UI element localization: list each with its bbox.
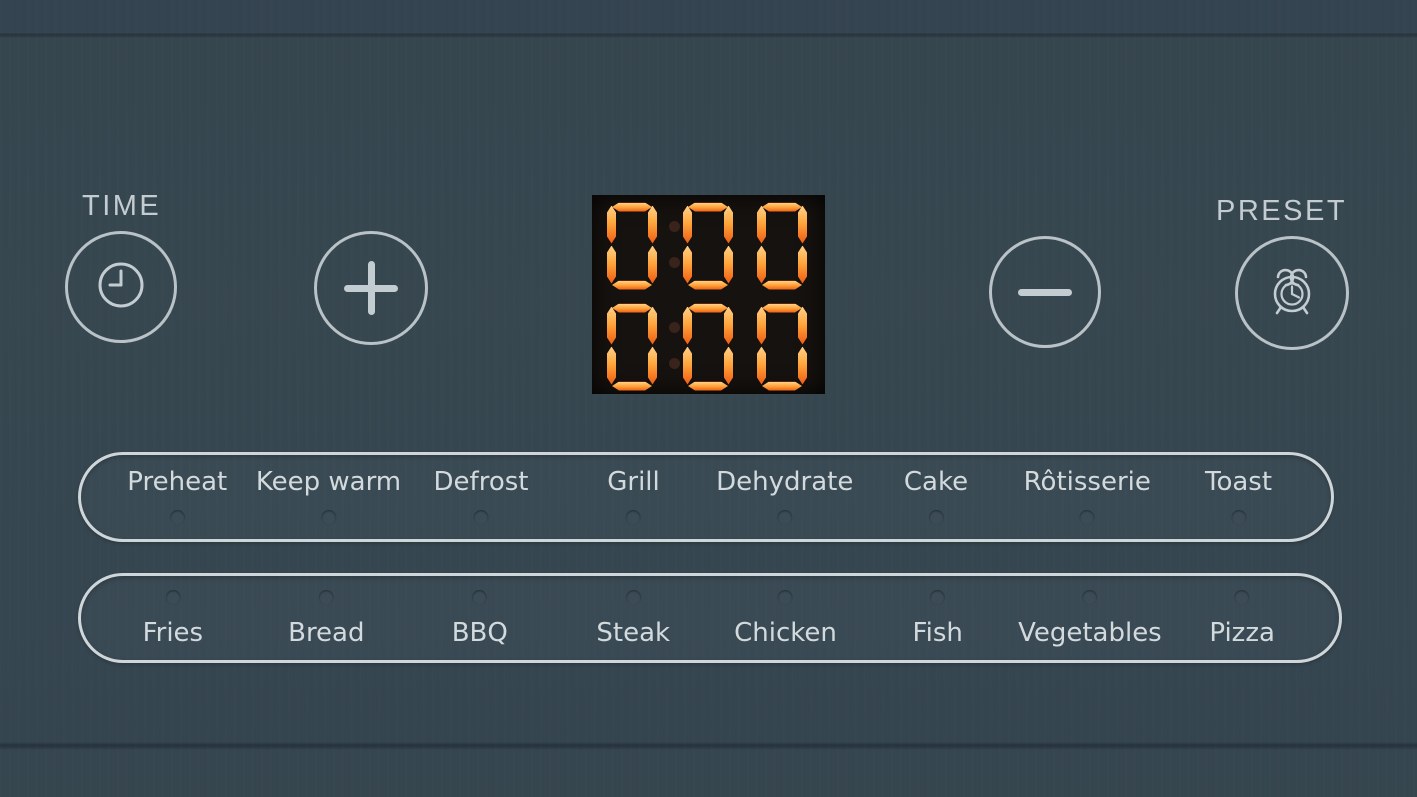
time-button-label: TIME: [82, 190, 162, 222]
function-button-chicken[interactable]: Chicken: [734, 576, 837, 660]
function-indicator-led: [1230, 510, 1246, 525]
function-button-label: Vegetables: [1018, 618, 1162, 648]
function-button-label: Bread: [288, 618, 365, 648]
time-button[interactable]: [65, 231, 177, 343]
function-button-label: Fries: [142, 618, 204, 648]
function-button-fish[interactable]: Fish: [913, 576, 963, 660]
function-button-bbq[interactable]: BBQ: [452, 576, 508, 660]
display-row-time: [592, 298, 825, 394]
preset-button-label: PRESET: [1216, 195, 1348, 227]
function-indicator-led: [625, 590, 641, 605]
function-indicator-led: [777, 590, 793, 605]
function-button-label: Steak: [596, 618, 671, 648]
function-button-pizza[interactable]: Pizza: [1209, 576, 1275, 660]
function-button-label: Cake: [903, 467, 969, 497]
function-button-vegetables[interactable]: Vegetables: [1018, 576, 1162, 660]
function-button-label: Chicken: [734, 618, 837, 648]
function-button-preheat[interactable]: Preheat: [127, 455, 227, 539]
function-indicator-led: [165, 590, 181, 605]
function-button-grill[interactable]: Grill: [607, 455, 660, 539]
colon-dot: [669, 257, 680, 268]
function-button-label: Grill: [607, 467, 660, 497]
minus-icon: [1018, 265, 1072, 319]
display-row-temperature: [592, 197, 825, 296]
function-row-1: Preheat Keep warm Defrost Grill Dehydrate Cak…: [78, 452, 1334, 542]
function-indicator-led: [472, 590, 488, 605]
function-button-dehydrate[interactable]: Dehydrate: [716, 455, 853, 539]
display-digit: [601, 201, 663, 293]
function-indicator-led: [473, 510, 489, 525]
function-button-cake[interactable]: Cake: [904, 455, 968, 539]
function-button-fries[interactable]: Fries: [142, 576, 204, 660]
alarm-clock-icon: [1261, 260, 1323, 326]
oven-control-panel: TIME PRESET Preheat Keep warm Defrost Gr…: [0, 0, 1417, 797]
colon-dot: [669, 221, 680, 232]
function-row-2: Fries Bread BBQ Steak Chicken Fish Vegetables P…: [78, 573, 1342, 663]
function-indicator-led: [169, 510, 185, 525]
function-indicator-led: [318, 590, 334, 605]
display-digit: [601, 302, 663, 394]
function-indicator-led: [625, 510, 641, 525]
function-button-keep-warm[interactable]: Keep warm: [256, 455, 401, 539]
function-button-label: Preheat: [127, 467, 228, 497]
function-button-label: Pizza: [1209, 618, 1275, 648]
function-indicator-led: [1082, 590, 1098, 605]
function-indicator-led: [321, 510, 336, 525]
function-button-defrost[interactable]: Defrost: [433, 455, 529, 539]
function-indicator-led: [1079, 510, 1095, 525]
function-button-toast[interactable]: Toast: [1205, 455, 1272, 539]
clock-icon: [93, 257, 149, 317]
function-button-label: Rôtisserie: [1023, 467, 1151, 497]
function-button-label: BBQ: [451, 618, 508, 648]
function-button-label: Dehydrate: [716, 467, 854, 497]
colon-dot: [669, 358, 680, 369]
increase-button[interactable]: [314, 231, 428, 345]
function-button-steak[interactable]: Steak: [596, 576, 670, 660]
decrease-button[interactable]: [989, 236, 1101, 348]
display-digit: [751, 302, 813, 394]
colon-dot: [669, 322, 680, 333]
preset-button[interactable]: [1235, 236, 1349, 350]
function-button-label: Keep warm: [255, 467, 402, 497]
function-button-label: Toast: [1204, 467, 1273, 497]
display-digit: [751, 201, 813, 293]
plus-icon: [344, 261, 398, 315]
function-button-label: Defrost: [433, 467, 529, 497]
led-display: [592, 195, 825, 394]
function-indicator-led: [930, 590, 946, 605]
display-digit: [677, 302, 739, 394]
function-button-bread[interactable]: Bread: [288, 576, 364, 660]
function-button-label: Fish: [912, 618, 963, 648]
function-indicator-led: [928, 510, 944, 525]
function-button-r-tisserie[interactable]: Rôtisserie: [1024, 455, 1151, 539]
display-digit: [677, 201, 739, 293]
function-indicator-led: [1234, 590, 1250, 605]
function-indicator-led: [777, 510, 793, 525]
